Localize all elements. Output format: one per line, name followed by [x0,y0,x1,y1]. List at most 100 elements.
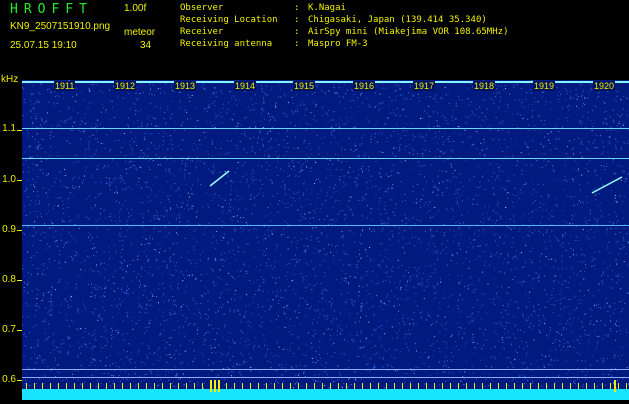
time-tick [82,383,83,389]
time-tick [554,383,555,389]
time-tick [490,383,491,389]
echo-marker [218,380,220,392]
time-tick [226,383,227,389]
time-tick [394,383,395,389]
info-row-location: Receiving Location:Chigasaki, Japan (139… [180,14,508,26]
bottom-band [22,389,629,400]
mode-label: meteor [124,27,155,38]
time-tick [298,383,299,389]
time-tick [418,383,419,389]
time-tick [346,383,347,389]
time-tick [202,383,203,389]
time-tick [162,383,163,389]
time-tick [450,383,451,389]
y-tick-label: 0.6 [0,374,16,385]
spectrogram-plot[interactable]: 1911 1912 1913 1914 1915 1916 1917 1918 … [22,80,629,400]
spectrogram-svg[interactable] [22,80,629,400]
y-tick-label: 1.0 [0,174,16,185]
time-tick [306,383,307,389]
time-tick [242,383,243,389]
time-tick [58,383,59,389]
time-tick [266,383,267,389]
minute-label: 1911 [54,81,75,91]
time-tick [114,383,115,389]
time-tick [442,383,443,389]
time-tick [370,383,371,389]
time-tick [602,383,603,389]
time-tick [594,383,595,389]
time-tick [386,383,387,389]
info-row-observer: Observer:K.Nagai [180,2,508,14]
y-tick-label: 0.9 [0,224,16,235]
carrier-line [22,369,629,370]
carrier-line [22,225,629,226]
minute-label: 1912 [114,81,136,91]
time-tick [74,383,75,389]
y-tick-label: 0.8 [0,274,16,285]
time-tick [410,383,411,389]
time-tick [362,383,363,389]
time-tick [170,383,171,389]
carrier-line [22,128,629,129]
time-tick [338,383,339,389]
time-tick [402,383,403,389]
time-tick [314,383,315,389]
time-tick [546,383,547,389]
time-tick [330,383,331,389]
time-tick [474,383,475,389]
y-axis-unit: kHz [1,74,18,85]
time-tick [178,383,179,389]
time-tick [610,383,611,389]
minute-label: 1914 [234,81,256,91]
time-tick [274,383,275,389]
time-tick [138,383,139,389]
time-tick [618,383,619,389]
time-tick [146,383,147,389]
carrier-line [22,377,629,378]
station-info: Observer:K.Nagai Receiving Location:Chig… [180,2,508,50]
time-tick [130,383,131,389]
filename-label: KN9_2507151910.png [10,21,110,32]
time-tick [522,383,523,389]
minute-label: 1917 [413,81,435,91]
time-tick [234,383,235,389]
echo-marker [214,380,216,392]
version-label: 1.00f [124,3,146,14]
time-tick [458,383,459,389]
time-tick [290,383,291,389]
y-tick-label: 0.7 [0,324,16,335]
info-row-receiver: Receiver:AirSpy mini (Miakejima VOR 108.… [180,26,508,38]
time-tick [322,383,323,389]
minute-label: 1919 [533,81,555,91]
time-tick [26,383,27,389]
header-panel: HROFFT 1.00f KN9_2507151910.png meteor 2… [0,0,629,75]
time-tick [34,383,35,389]
time-tick [426,383,427,389]
carrier-line [22,158,629,159]
time-tick [98,383,99,389]
time-tick [258,383,259,389]
echo-marker [614,380,616,392]
time-tick [378,383,379,389]
time-tick [90,383,91,389]
time-tick [530,383,531,389]
minute-label: 1916 [353,81,375,91]
time-tick [154,383,155,389]
time-tick [194,383,195,389]
time-tick [466,383,467,389]
time-tick [106,383,107,389]
time-tick [50,383,51,389]
time-tick [538,383,539,389]
timestamp-label: 25.07.15 19:10 [10,40,77,51]
minute-label: 1920 [593,81,615,91]
time-tick [586,383,587,389]
minute-label: 1913 [174,81,196,91]
app-title: HROFFT [10,2,93,17]
time-tick [434,383,435,389]
time-tick [186,383,187,389]
time-tick [250,383,251,389]
time-tick [498,383,499,389]
time-tick [506,383,507,389]
info-row-antenna: Receiving antenna:Maspro FM-3 [180,38,508,50]
count-label: 34 [140,40,151,51]
